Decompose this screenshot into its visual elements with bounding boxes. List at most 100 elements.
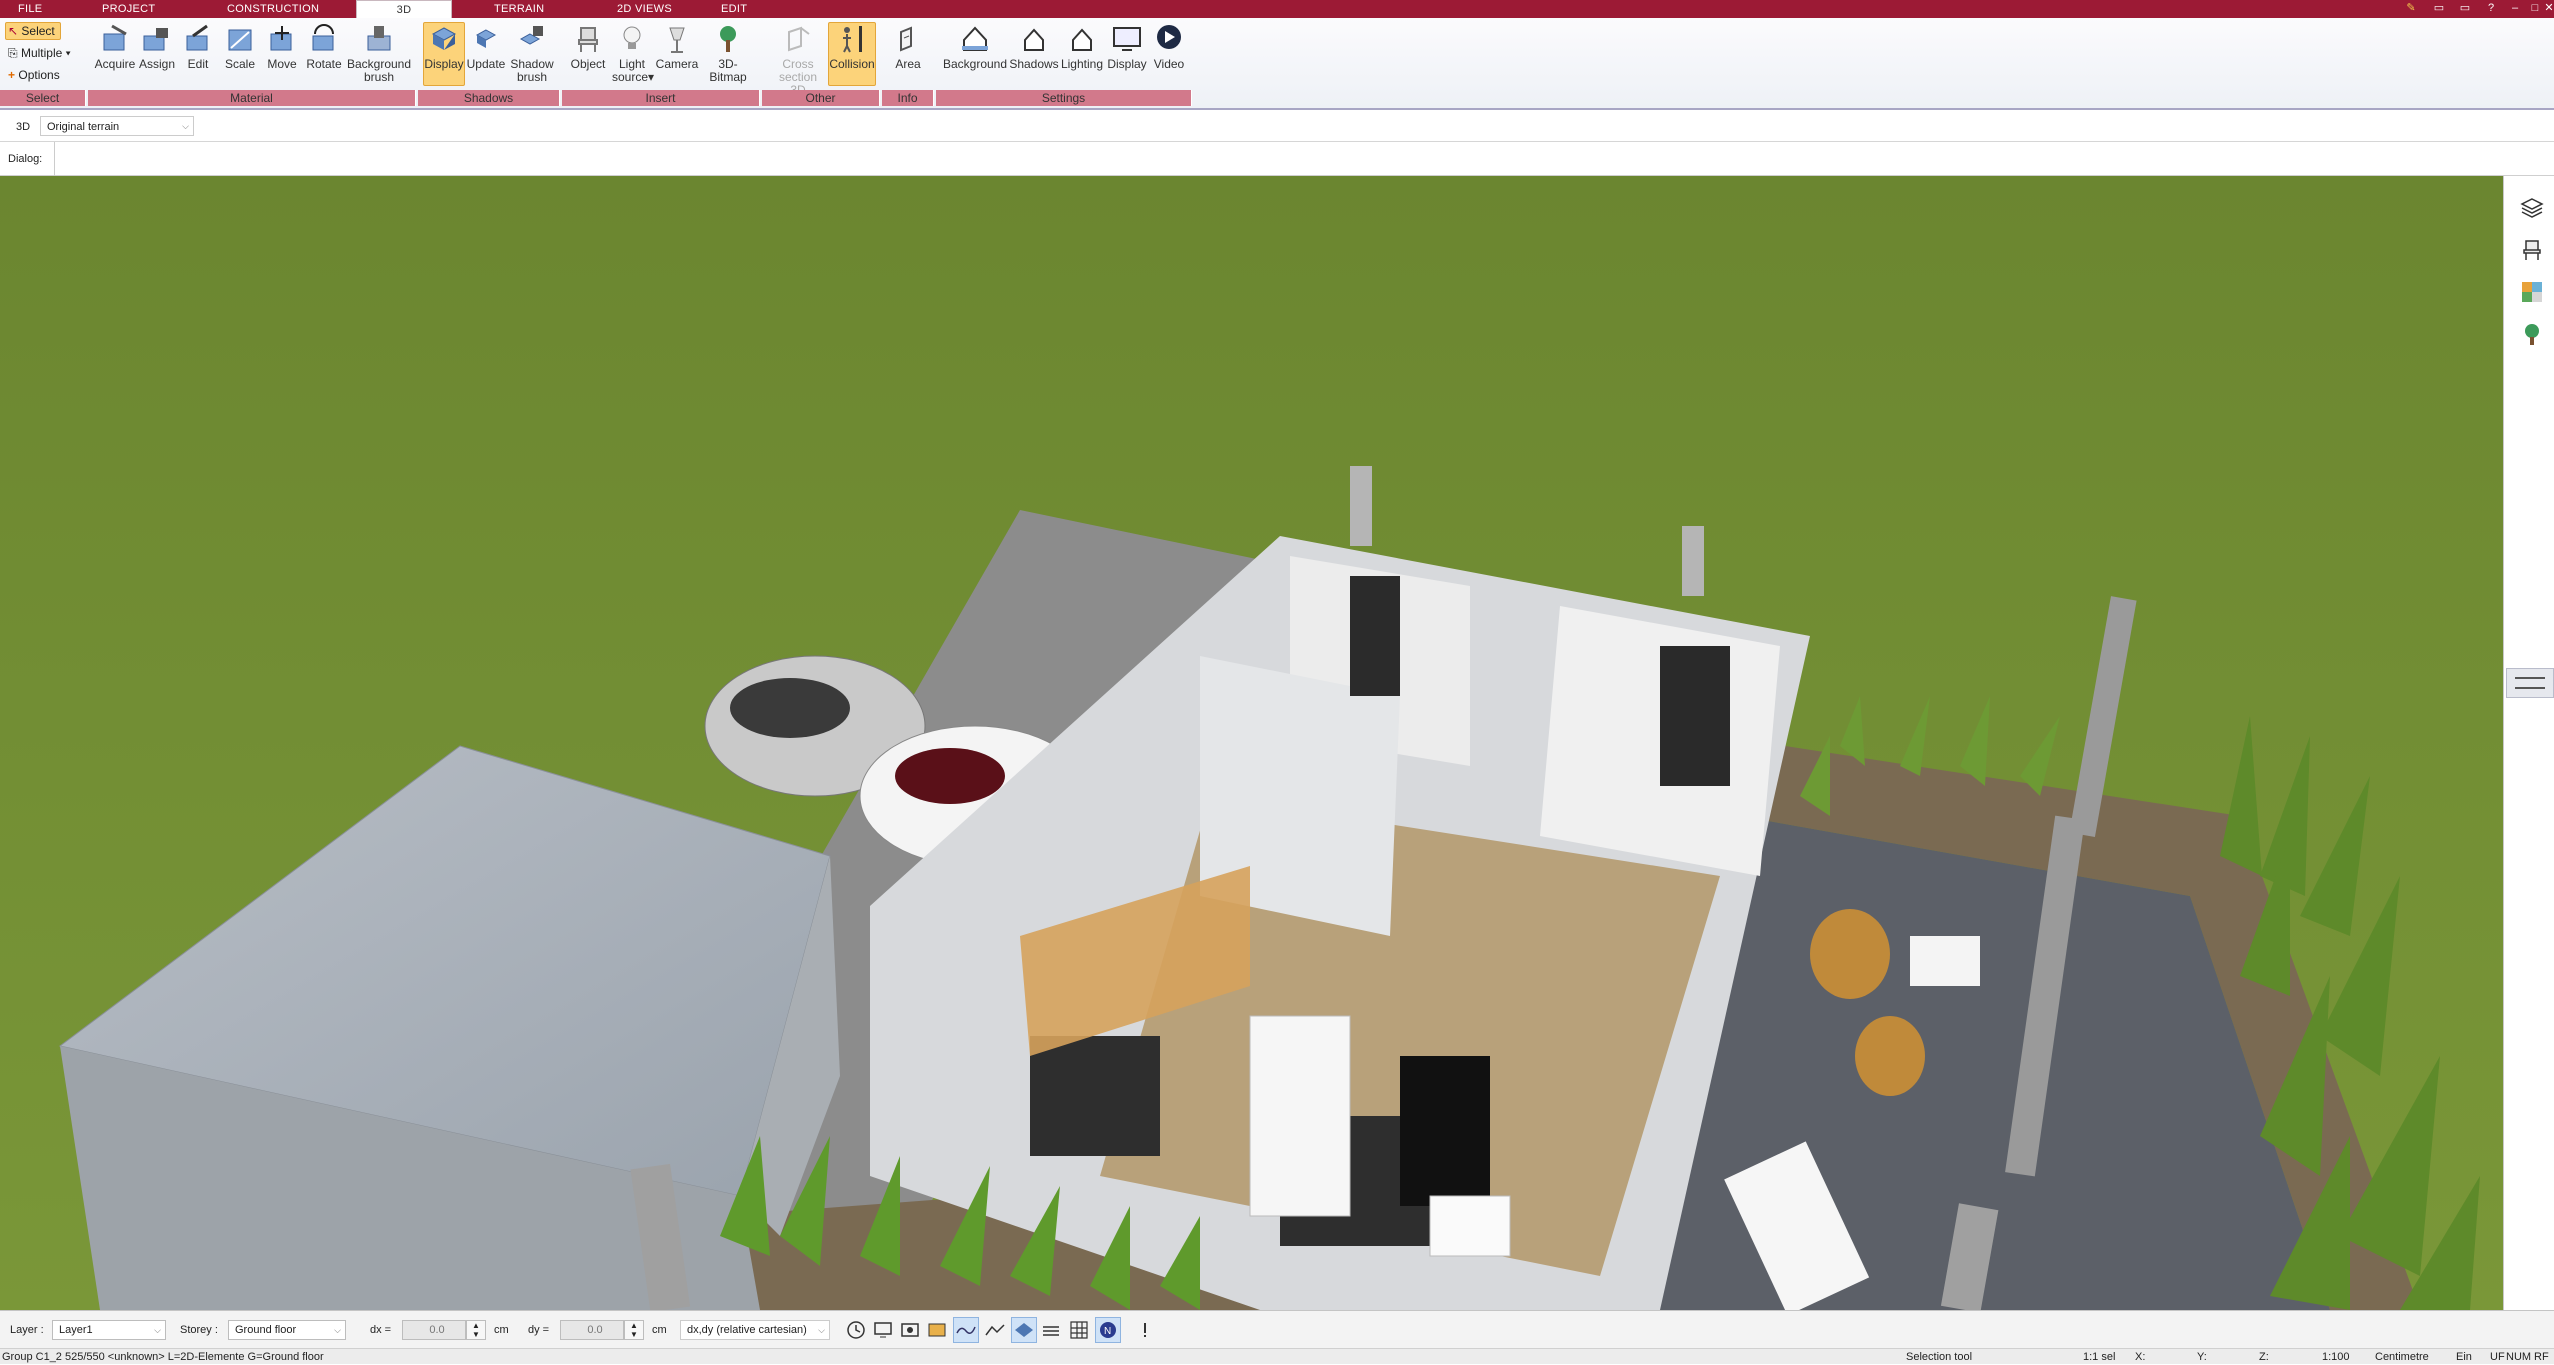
grid-icon[interactable] [1068, 1319, 1090, 1341]
storey-label: Storey : [180, 1324, 218, 1336]
north-icon[interactable]: N [1097, 1319, 1119, 1341]
collision-icon [843, 26, 862, 53]
background-settings-button[interactable]: Background [940, 24, 1010, 71]
rf-indicator: RF [2534, 1351, 2549, 1363]
cross-section-icon [788, 26, 810, 52]
background-brush-icon [367, 26, 391, 51]
select-button[interactable]: ↖ Select [8, 22, 55, 40]
dy-label: dy = [528, 1324, 550, 1336]
edit-button[interactable]: Edit [180, 24, 216, 71]
dy-input[interactable]: 0.0 [560, 1320, 624, 1340]
options-button[interactable]: + Options [8, 66, 60, 84]
render-icon[interactable] [926, 1319, 948, 1341]
display-shadows-button[interactable]: Display [424, 24, 464, 71]
dropdown-arrow-icon: ▾ [648, 70, 655, 84]
plane-icon[interactable] [1013, 1319, 1035, 1341]
scale-button[interactable]: Scale [222, 24, 258, 71]
3d-viewport[interactable] [0, 176, 2503, 1310]
maximize-window-icon[interactable]: □ [2528, 1, 2542, 15]
coordinate-mode-select[interactable]: dx,dy (relative cartesian) ⌵ [680, 1320, 830, 1340]
scale-value: 1:100 [2322, 1351, 2350, 1363]
background-brush-button[interactable]: Background brush [346, 24, 412, 84]
dx-spinner[interactable]: ▲ ▼ [466, 1320, 486, 1340]
menu-lines-icon [2515, 677, 2545, 689]
lighting-settings-button[interactable]: Lighting [1058, 24, 1106, 71]
tab-terrain[interactable]: TERRAIN [494, 0, 544, 18]
clock-icon[interactable] [845, 1319, 867, 1341]
snapshot-icon[interactable] [899, 1319, 921, 1341]
info-bar: Group C1_2 525/550 <unknown> L=2D-Elemen… [0, 1348, 2554, 1364]
3d-bitmap-button[interactable]: 3D-Bitmap [700, 24, 756, 84]
chair-icon[interactable] [2520, 238, 2544, 262]
edit-material-icon [186, 24, 208, 51]
tab-file[interactable]: FILE [18, 0, 42, 18]
chevron-down-icon: ⌵ [182, 121, 189, 131]
layer-select[interactable]: Layer1 ⌵ [52, 1320, 166, 1340]
rotate-button[interactable]: Rotate [304, 24, 344, 71]
materials-icon[interactable] [2520, 280, 2544, 304]
group-label-shadows: Shadows [418, 90, 560, 106]
help-icon[interactable]: ? [2484, 1, 2498, 15]
minimize-icon[interactable]: ▭ [2432, 1, 2446, 15]
group-label-other: Other [762, 90, 880, 106]
dx-unit: cm [494, 1324, 509, 1336]
right-side-panel [2503, 176, 2554, 1310]
tab-edit[interactable]: EDIT [721, 0, 747, 18]
tab-construction[interactable]: CONSTRUCTION [227, 0, 319, 18]
group-label-info: Info [882, 90, 934, 106]
tree-icon[interactable] [2520, 322, 2544, 346]
group-info-text: Group C1_2 525/550 <unknown> L=2D-Elemen… [2, 1351, 324, 1363]
screen-icon[interactable] [872, 1319, 894, 1341]
object-button[interactable]: Object [566, 24, 610, 71]
shadows-settings-button[interactable]: Shadows [1008, 24, 1060, 71]
video-button[interactable]: Video [1150, 24, 1188, 71]
status-bar: Layer : Layer1 ⌵ Storey : Ground floor ⌵… [0, 1310, 2554, 1348]
update-shadows-icon [475, 29, 497, 48]
storey-select[interactable]: Ground floor ⌵ [228, 1320, 346, 1340]
move-button[interactable]: Move [264, 24, 300, 71]
uf-indicator: UF [2490, 1351, 2505, 1363]
camera-icon [669, 27, 685, 53]
group-label-settings: Settings [936, 90, 1192, 106]
cross-section-3d-button[interactable]: Cross section 3D [774, 24, 822, 97]
tools-icon[interactable]: ✎ [2404, 1, 2418, 15]
layers-icon[interactable] [2520, 196, 2544, 220]
acquire-button[interactable]: Acquire [94, 24, 136, 71]
dy-spinner[interactable]: ▲ ▼ [624, 1320, 644, 1340]
wave-icon[interactable] [955, 1319, 977, 1341]
info-icon[interactable] [1134, 1319, 1156, 1341]
close-window-icon[interactable]: ✕ [2542, 1, 2554, 15]
collision-button[interactable]: Collision [828, 24, 876, 71]
display-shadows-icon [431, 27, 457, 50]
light-source-button[interactable]: Light source▾ [612, 24, 655, 84]
dx-input[interactable]: 0.0 [402, 1320, 466, 1340]
tab-2d-views[interactable]: 2D VIEWS [617, 0, 672, 18]
assign-button[interactable]: Assign [137, 24, 177, 71]
camera-button[interactable]: Camera [654, 24, 700, 71]
layers-stack-icon[interactable] [1040, 1319, 1062, 1341]
shadow-brush-button[interactable]: Shadow brush [508, 24, 556, 84]
dialog-bar: Dialog: [0, 142, 2554, 176]
terrain-select[interactable]: Original terrain ⌵ [40, 116, 194, 136]
tool-name: Selection tool [1906, 1351, 1973, 1363]
display-settings-button[interactable]: Display [1104, 24, 1150, 71]
tab-3d[interactable]: 3D [356, 0, 452, 18]
x-coordinate: X: [2135, 1351, 2146, 1363]
terrain-icon[interactable] [984, 1319, 1006, 1341]
y-coordinate: Y: [2197, 1351, 2207, 1363]
house-lighting-icon [1072, 28, 1092, 51]
minimize-window-icon[interactable]: – [2508, 1, 2522, 15]
dy-unit: cm [652, 1324, 667, 1336]
update-shadows-button[interactable]: Update [466, 24, 506, 71]
dx-label: dx = [370, 1324, 392, 1336]
multiple-button[interactable]: ⎘ Multiple ▾ [8, 44, 71, 62]
shadow-brush-icon [519, 26, 543, 45]
play-icon [1157, 25, 1181, 49]
layer-label: Layer : [10, 1324, 44, 1336]
area-button[interactable]: Area [888, 24, 928, 71]
restore-icon[interactable]: ▭ [2458, 1, 2472, 15]
panel-handle[interactable] [2506, 668, 2554, 698]
tree-icon [720, 26, 736, 52]
chair-icon [578, 27, 598, 52]
tab-project[interactable]: PROJECT [102, 0, 155, 18]
